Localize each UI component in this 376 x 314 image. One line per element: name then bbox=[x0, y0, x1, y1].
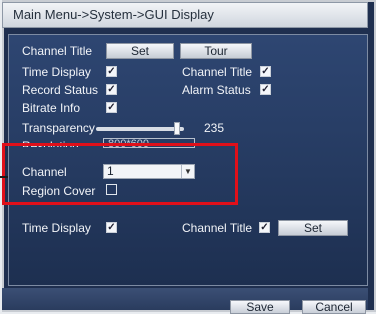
overlay-channel-title-checkbox[interactable]: ✓ bbox=[259, 222, 270, 233]
transparency-slider-handle[interactable] bbox=[174, 122, 181, 135]
overlay-channel-title-label: Channel Title bbox=[182, 221, 253, 235]
alarm-status-checkbox[interactable]: ✓ bbox=[260, 84, 271, 95]
channel-title-set-button[interactable]: Set bbox=[106, 43, 174, 59]
window-title-bar: Main Menu->System->GUI Display bbox=[2, 2, 368, 28]
time-display-label: Time Display bbox=[22, 65, 91, 79]
window-title: Main Menu->System->GUI Display bbox=[13, 7, 214, 22]
overlay-time-display-checkbox[interactable]: ✓ bbox=[106, 222, 117, 233]
channel-title-label: Channel Title bbox=[22, 44, 93, 58]
overlay-time-display-label: Time Display bbox=[22, 221, 91, 235]
bitrate-info-label: Bitrate Info bbox=[22, 101, 81, 115]
annotation-pointer bbox=[0, 176, 8, 178]
tour-button[interactable]: Tour bbox=[180, 43, 252, 59]
channel-title-checkbox[interactable]: ✓ bbox=[260, 66, 271, 77]
record-status-checkbox[interactable]: ✓ bbox=[106, 84, 117, 95]
transparency-value: 235 bbox=[204, 121, 225, 135]
bitrate-info-checkbox[interactable]: ✓ bbox=[106, 102, 117, 113]
alarm-status-label: Alarm Status bbox=[182, 83, 251, 97]
time-display-checkbox[interactable]: ✓ bbox=[106, 66, 117, 77]
channel-title-option-label: Channel Title bbox=[182, 65, 253, 79]
transparency-label: Transparency bbox=[22, 121, 95, 135]
record-status-label: Record Status bbox=[22, 83, 99, 97]
highlight-annotation-box bbox=[2, 143, 238, 205]
transparency-slider-track[interactable] bbox=[96, 127, 184, 131]
overlay-set-button[interactable]: Set bbox=[278, 220, 348, 236]
